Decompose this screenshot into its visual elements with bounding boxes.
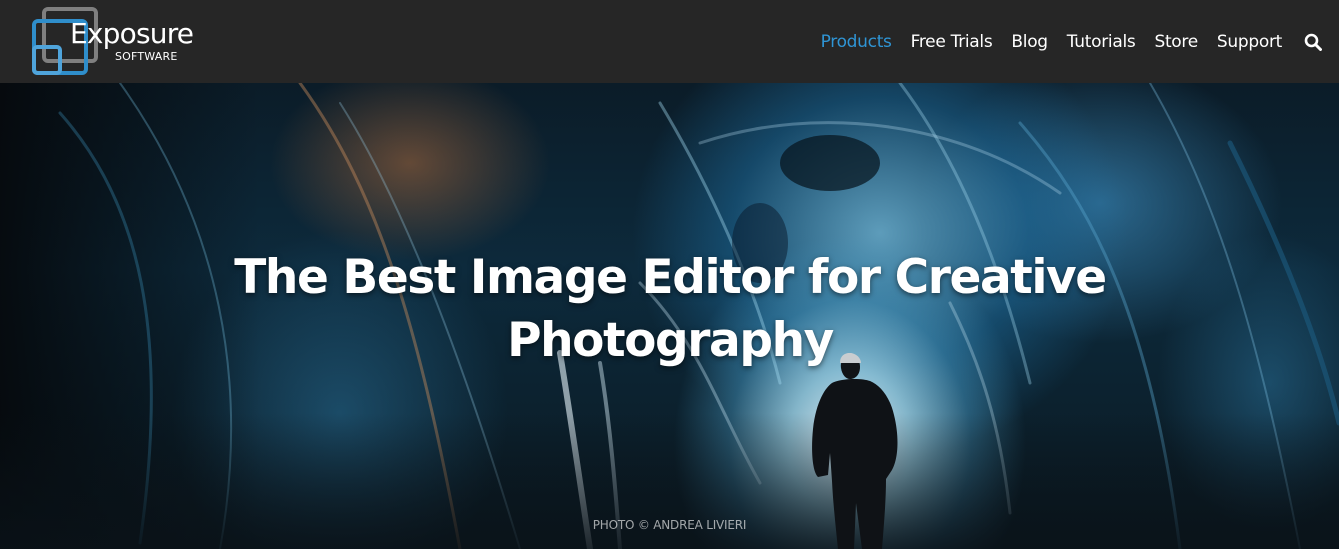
- nav-item-blog[interactable]: Blog: [1011, 32, 1048, 52]
- hero-title: The Best Image Editor for Creative Photo…: [170, 246, 1170, 372]
- nav-item-store[interactable]: Store: [1154, 32, 1198, 52]
- exposure-logo[interactable]: Exposure SOFTWARE: [31, 7, 211, 75]
- search-icon[interactable]: [1303, 32, 1323, 52]
- nav-item-free-trials[interactable]: Free Trials: [911, 32, 993, 52]
- photo-credit: PHOTO © ANDREA LIVIERI: [592, 518, 747, 532]
- nav-item-products[interactable]: Products: [821, 32, 892, 52]
- site-header: Exposure SOFTWARE Products Free Trials B…: [0, 0, 1339, 83]
- hero-title-line-1: The Best Image Editor for Creative: [234, 250, 1107, 305]
- hero-banner: The Best Image Editor for Creative Photo…: [0, 83, 1339, 549]
- nav-item-support[interactable]: Support: [1217, 32, 1282, 52]
- logo-wordmark: Exposure: [70, 17, 194, 50]
- hero-title-line-2: Photography: [507, 313, 834, 368]
- nav-item-tutorials[interactable]: Tutorials: [1067, 32, 1136, 52]
- main-nav: Products Free Trials Blog Tutorials Stor…: [821, 0, 1323, 83]
- logo-subtitle: SOFTWARE: [115, 50, 178, 63]
